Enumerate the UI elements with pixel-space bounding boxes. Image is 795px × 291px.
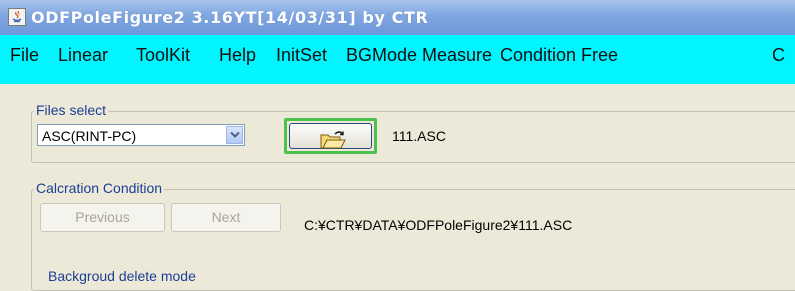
menu-condition-free[interactable]: Condition Free <box>500 45 618 66</box>
files-select-legend: Files select <box>34 102 109 118</box>
menu-toolkit[interactable]: ToolKit <box>136 45 190 66</box>
menu-bgmode-measure[interactable]: BGMode Measure <box>346 45 492 66</box>
previous-button[interactable]: Previous <box>40 203 165 232</box>
open-folder-icon <box>320 131 346 149</box>
open-file-button-face <box>289 123 372 149</box>
background-delete-mode-label: Backgroud delete mode <box>48 268 196 284</box>
menu-file[interactable]: File <box>10 45 39 66</box>
chevron-down-icon[interactable] <box>226 126 243 144</box>
menu-bar: File Linear ToolKit Help InitSet BGMode … <box>0 35 795 84</box>
menu-help[interactable]: Help <box>219 45 256 66</box>
format-select[interactable]: ASC(RINT-PC) <box>37 124 245 146</box>
menu-item-clipped[interactable]: C <box>772 45 785 66</box>
open-file-button[interactable] <box>284 118 377 154</box>
title-bar: ODFPoleFigure2 3.16YT[14/03/31] by CTR <box>0 0 795 35</box>
selected-file-name: 111.ASC <box>392 128 446 144</box>
format-select-value: ASC(RINT-PC) <box>42 128 137 144</box>
menu-initset[interactable]: InitSet <box>276 45 327 66</box>
menu-linear[interactable]: Linear <box>58 45 108 66</box>
file-path-label: C:¥CTR¥DATA¥ODFPoleFigure2¥111.ASC <box>304 217 573 233</box>
calc-condition-legend: Calcration Condition <box>34 180 165 196</box>
java-app-icon <box>8 8 26 26</box>
window-title: ODFPoleFigure2 3.16YT[14/03/31] by CTR <box>31 8 429 27</box>
next-button[interactable]: Next <box>171 203 281 232</box>
